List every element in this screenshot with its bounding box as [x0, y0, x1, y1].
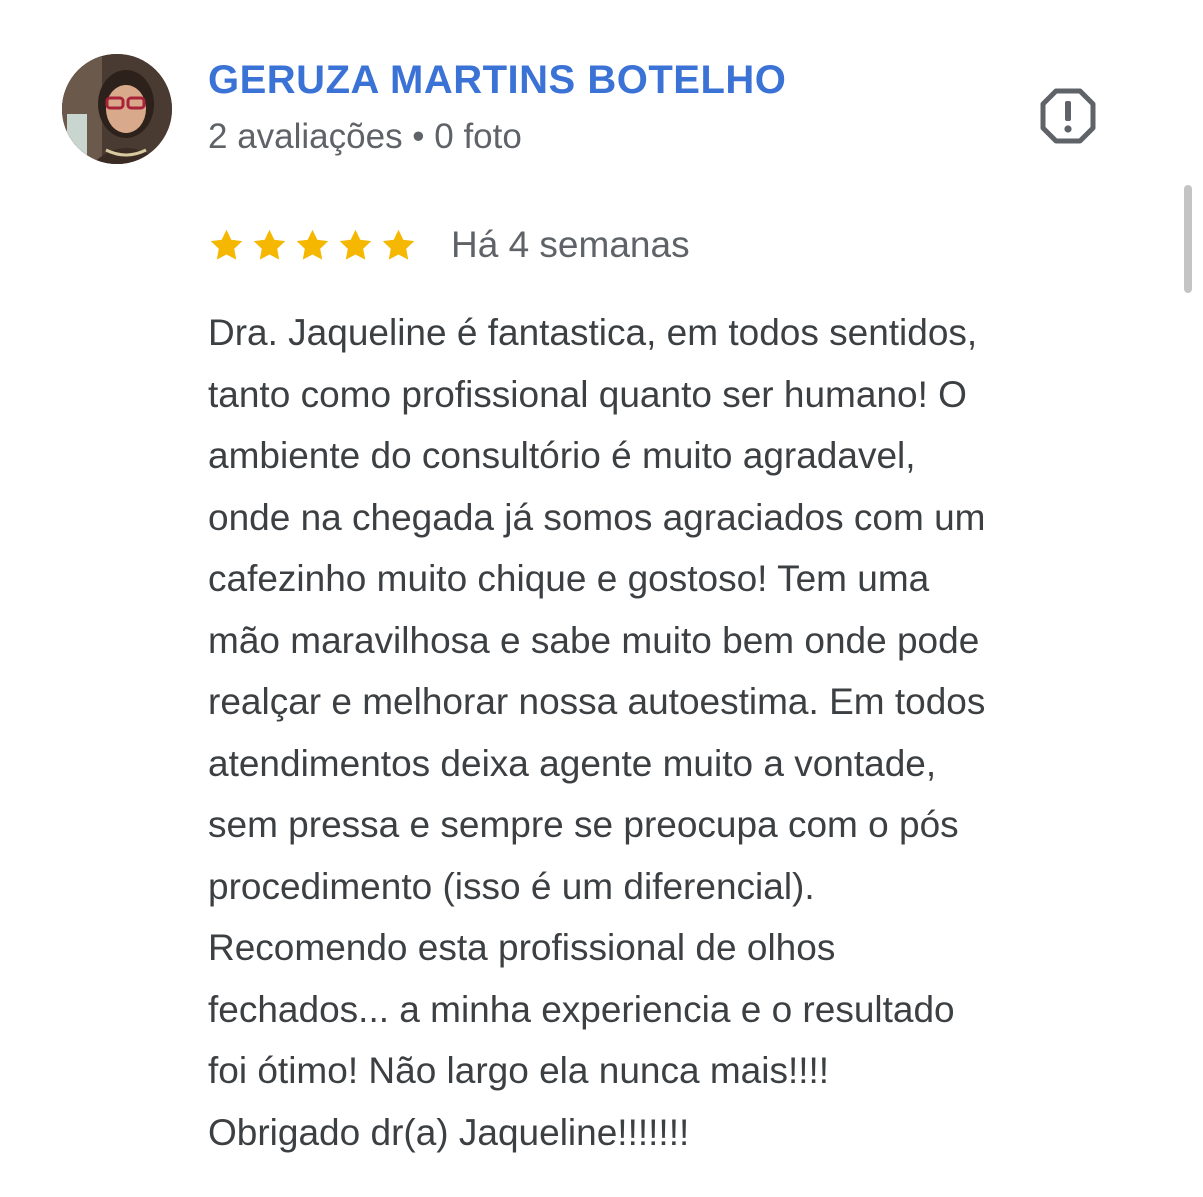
reviewer-stats: 2 avaliações • 0 foto — [208, 117, 522, 156]
star-icon — [253, 229, 286, 260]
star-icon — [382, 229, 415, 260]
rating-row: Há 4 semanas — [208, 220, 690, 270]
scrollbar-thumb[interactable] — [1184, 185, 1192, 293]
review-date: Há 4 semanas — [451, 224, 690, 265]
report-flag-icon — [1040, 88, 1096, 144]
avatar-photo — [62, 54, 172, 164]
reviewer-name[interactable]: GERUZA MARTINS BOTELHO — [208, 58, 786, 103]
review-text: Dra. Jaqueline é fantastica, em todos se… — [208, 312, 986, 1153]
reviewer-avatar[interactable] — [62, 54, 172, 164]
report-review-button[interactable] — [1038, 86, 1098, 146]
star-icon — [210, 229, 243, 260]
star-icon — [339, 229, 372, 260]
star-rating — [208, 227, 417, 264]
star-icon — [296, 229, 329, 260]
